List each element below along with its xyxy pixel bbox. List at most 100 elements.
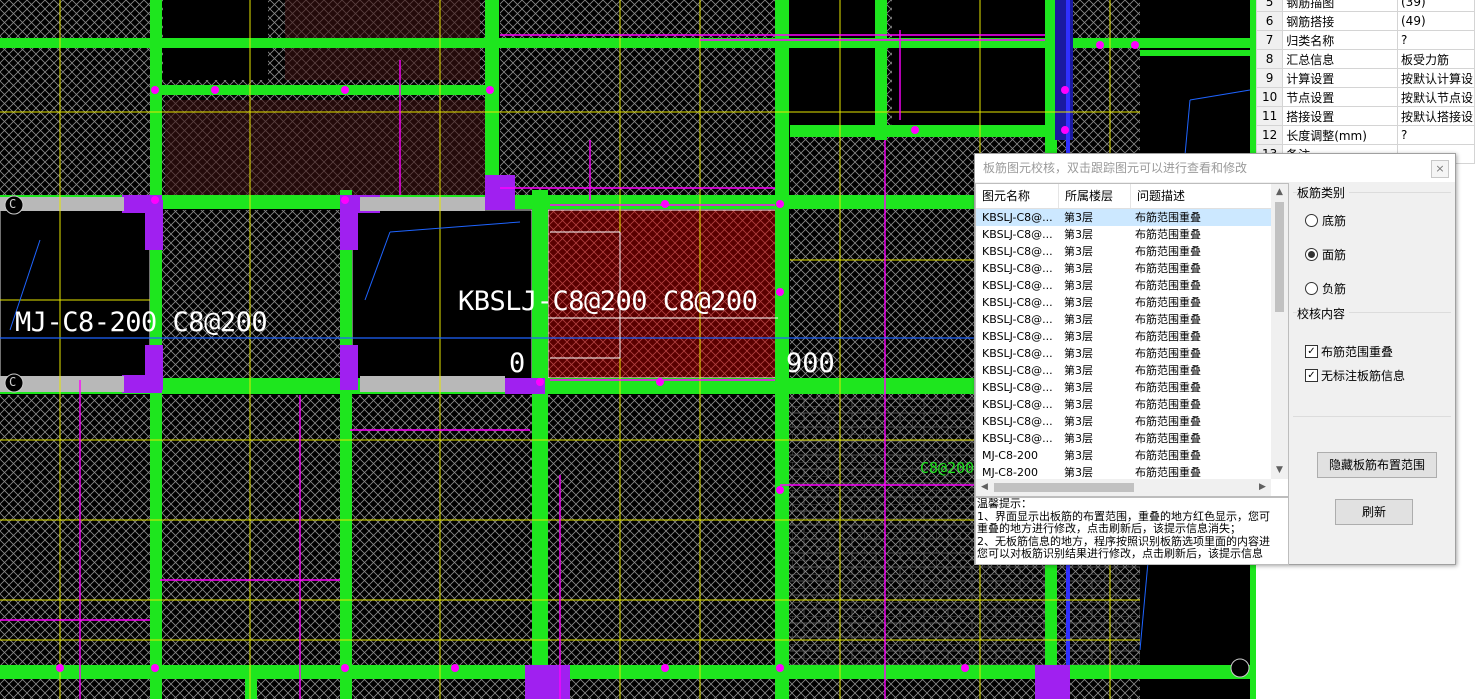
radio-circle-icon[interactable] [1305, 282, 1318, 295]
issue-floor: 第3层 [1064, 398, 1093, 411]
property-name: 长度调整(mm) [1282, 125, 1398, 145]
property-row[interactable]: 10 节点设置 按默认节点设 [1255, 87, 1475, 107]
rebar-type-option-label: 面筋 [1322, 248, 1347, 262]
scroll-right-icon[interactable]: ▶ [1254, 479, 1271, 496]
issue-floor: 第3层 [1064, 364, 1093, 377]
issue-floor: 第3层 [1064, 228, 1093, 241]
check-content-group [1293, 312, 1451, 413]
checkmark-icon[interactable]: ✓ [1305, 369, 1318, 382]
property-row[interactable]: 11 搭接设置 按默认搭接设 [1255, 106, 1475, 126]
property-row[interactable]: 7 归类名称? [1255, 30, 1475, 50]
column-header-desc[interactable]: 问题描述 [1131, 184, 1278, 208]
checkmark-icon[interactable]: ✓ [1305, 345, 1318, 358]
property-row-number: 11 [1255, 106, 1284, 126]
issue-row[interactable]: KBSLJ-C8@... 第3层 布筋范围重叠 [976, 345, 1288, 362]
rebar-type-option-label: 底筋 [1322, 214, 1347, 228]
property-row[interactable]: 6 钢筋搭接 (49) [1255, 11, 1475, 31]
issue-desc: 布筋范围重叠 [1135, 245, 1201, 258]
issue-floor: 第3层 [1064, 381, 1093, 394]
issue-row[interactable]: KBSLJ-C8@... 第3层 布筋范围重叠 [976, 430, 1288, 447]
issue-name: MJ-C8-200 [982, 449, 1038, 462]
issue-row[interactable]: KBSLJ-C8@... 第3层 布筋范围重叠 [976, 209, 1288, 226]
property-value[interactable]: ? [1397, 125, 1475, 145]
issue-row[interactable]: KBSLJ-C8@... 第3层 布筋范围重叠 [976, 226, 1288, 243]
close-button[interactable]: × [1431, 160, 1449, 178]
issue-row[interactable]: KBSLJ-C8@... 第3层 布筋范围重叠 [976, 311, 1288, 328]
check-content-checkbox[interactable]: ✓ 布筋范围重叠 [1305, 343, 1393, 360]
property-row[interactable]: 5 钢筋描图 (39) [1255, 0, 1475, 12]
issue-list-header: 图元名称 所属楼层 问题描述 [976, 184, 1288, 209]
property-name: 钢筋搭接 [1282, 11, 1398, 31]
property-table: 5 钢筋描图 (39) 6 钢筋搭接 (49) 7 归类名称? 8 汇总信息 板受力筋 9 计算设置 按默… [1255, 0, 1475, 164]
issue-name: KBSLJ-C8@... [982, 228, 1053, 241]
scroll-left-icon[interactable]: ◀ [976, 479, 993, 496]
rebar-check-dialog: 板筋图元校核，双击跟踪图元可以进行查看和修改 × 图元名称 所属楼层 问题描述 … [974, 153, 1456, 565]
issue-desc: 布筋范围重叠 [1135, 432, 1201, 445]
rebar-type-radio[interactable]: 面筋 [1305, 246, 1346, 263]
property-value[interactable]: (49) [1397, 11, 1475, 31]
group-bottom-divider [1293, 416, 1451, 417]
check-content-label: 校核内容 [1297, 305, 1350, 322]
issue-row[interactable]: KBSLJ-C8@... 第3层 布筋范围重叠 [976, 379, 1288, 396]
issue-desc: 布筋范围重叠 [1135, 330, 1201, 343]
property-row-number: 12 [1255, 125, 1284, 145]
issue-desc: 布筋范围重叠 [1135, 313, 1201, 326]
horizontal-scrollbar[interactable]: ◀ ▶ [976, 479, 1271, 496]
column-header-floor[interactable]: 所属楼层 [1059, 184, 1131, 208]
property-value[interactable]: (39) [1397, 0, 1475, 12]
hide-range-button[interactable]: 隐藏板筋布置范围 [1317, 452, 1437, 478]
issue-desc: 布筋范围重叠 [1135, 228, 1201, 241]
radio-circle-icon[interactable] [1305, 214, 1318, 227]
issue-row[interactable]: KBSLJ-C8@... 第3层 布筋范围重叠 [976, 328, 1288, 345]
issue-row[interactable]: KBSLJ-C8@... 第3层 布筋范围重叠 [976, 362, 1288, 379]
property-value[interactable]: 板受力筋 [1397, 49, 1475, 69]
property-row[interactable]: 9 计算设置 按默认计算设 [1255, 68, 1475, 88]
vertical-scroll-thumb[interactable] [1275, 202, 1284, 312]
issue-name: KBSLJ-C8@... [982, 330, 1053, 343]
issue-floor: 第3层 [1064, 330, 1093, 343]
tips-line: 重叠的地方进行修改，点击刷新后，该提示信息消失； [977, 522, 1241, 535]
issue-row[interactable]: KBSLJ-C8@... 第3层 布筋范围重叠 [976, 260, 1288, 277]
scroll-down-icon[interactable]: ▼ [1271, 462, 1288, 479]
refresh-button[interactable]: 刷新 [1335, 499, 1413, 525]
property-row[interactable]: 12 长度调整(mm)? [1255, 125, 1475, 145]
issue-rows: KBSLJ-C8@... 第3层 布筋范围重叠 KBSLJ-C8@... 第3层 布筋范围… [976, 209, 1288, 481]
property-value[interactable]: 按默认节点设 [1397, 87, 1475, 107]
dialog-title[interactable]: 板筋图元校核，双击跟踪图元可以进行查看和修改 [975, 154, 1455, 182]
cad-label-left[interactable]: MJ-C8-200 C8@200 [15, 307, 268, 338]
issue-row[interactable]: KBSLJ-C8@... 第3层 布筋范围重叠 [976, 396, 1288, 413]
property-value[interactable]: ? [1397, 30, 1475, 50]
issue-row[interactable]: KBSLJ-C8@... 第3层 布筋范围重叠 [976, 294, 1288, 311]
issue-list[interactable]: 图元名称 所属楼层 问题描述 KBSLJ-C8@... 第3层 布筋范围重叠 KBSL… [975, 183, 1289, 497]
issue-desc: 布筋范围重叠 [1135, 347, 1201, 360]
vertical-scrollbar[interactable]: ▲ ▼ [1271, 184, 1288, 479]
issue-name: KBSLJ-C8@... [982, 364, 1053, 377]
property-value[interactable]: 按默认搭接设 [1397, 106, 1475, 126]
column-header-name[interactable]: 图元名称 [976, 184, 1059, 208]
issue-row[interactable]: MJ-C8-200 第3层 布筋范围重叠 [976, 447, 1288, 464]
property-row-number: 10 [1255, 87, 1284, 107]
issue-floor: 第3层 [1064, 432, 1093, 445]
horizontal-scroll-thumb[interactable] [994, 483, 1134, 492]
issue-row[interactable]: KBSLJ-C8@... 第3层 布筋范围重叠 [976, 277, 1288, 294]
radio-circle-icon[interactable] [1305, 248, 1318, 261]
cad-label-main[interactable]: KBSLJ-C8@200 C8@200 [458, 286, 758, 317]
issue-name: KBSLJ-C8@... [982, 262, 1053, 275]
opening-left [0, 209, 151, 381]
cad-label-900: 900 [786, 348, 835, 379]
property-name: 钢筋描图 [1282, 0, 1398, 12]
rebar-type-radio[interactable]: 底筋 [1305, 212, 1346, 229]
check-content-checkbox[interactable]: ✓ 无标注板筋信息 [1305, 367, 1405, 384]
issue-name: KBSLJ-C8@... [982, 313, 1053, 326]
property-row[interactable]: 8 汇总信息 板受力筋 [1255, 49, 1475, 69]
issue-row[interactable]: KBSLJ-C8@... 第3层 布筋范围重叠 [976, 413, 1288, 430]
blue-column [1055, 0, 1073, 140]
rebar-type-label: 板筋类别 [1297, 184, 1350, 201]
cad-label-c8: C8@200 [920, 459, 975, 477]
property-row-number: 6 [1255, 11, 1284, 31]
scroll-up-icon[interactable]: ▲ [1271, 184, 1288, 201]
issue-floor: 第3层 [1064, 313, 1093, 326]
rebar-type-radio[interactable]: 负筋 [1305, 280, 1346, 297]
issue-row[interactable]: KBSLJ-C8@... 第3层 布筋范围重叠 [976, 243, 1288, 260]
property-value[interactable]: 按默认计算设 [1397, 68, 1475, 88]
